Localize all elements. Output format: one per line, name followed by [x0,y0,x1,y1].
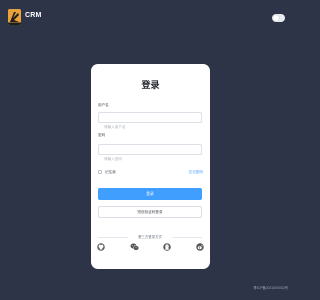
weibo-icon[interactable] [195,242,205,252]
password-field-wrapper [98,144,202,164]
sms-code-login-button[interactable]: 短信验证码登录 [98,206,202,218]
brand-name: CRM [25,12,42,19]
brand-logo [8,9,21,25]
divider-line-right [172,237,202,238]
remember-checkbox[interactable] [98,170,102,174]
theme-toggle-knob [273,15,279,21]
wechat-icon[interactable] [129,242,139,252]
login-title: 登录 [141,80,160,90]
forgot-password-link[interactable]: 忘记密码 [189,170,203,175]
password-label: 密码 [98,133,106,137]
icp-footer[interactable]: 青ICP备2021000002号 [253,285,288,290]
username-field-wrapper [98,112,202,132]
theme-toggle[interactable] [272,14,285,22]
username-label: 用户名 [98,103,109,107]
other-login-divider: 第三方登录方式 [98,234,202,240]
social-login-icons [91,242,210,254]
github-icon[interactable] [96,242,106,252]
qq-icon[interactable] [162,242,172,252]
login-button[interactable]: 登录 [98,188,202,200]
top-bar: CRM [0,0,300,36]
remember-label[interactable]: 记住我 [105,170,116,175]
password-input[interactable] [99,154,201,164]
username-input[interactable] [99,122,201,132]
login-card: 登录 用户名 密码 记住我 忘记密码 登录 短信验证码登录 第三方登录方式 [91,64,210,269]
